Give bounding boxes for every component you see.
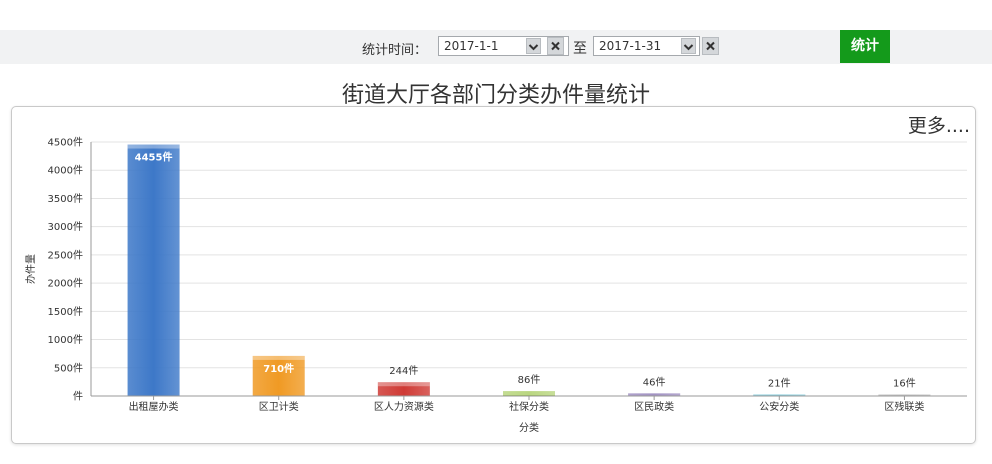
x-tick-label: 公安分类: [759, 400, 799, 413]
start-date-clear-button[interactable]: [547, 37, 564, 55]
chevron-down-icon: [683, 44, 694, 51]
chevron-down-icon: [528, 44, 539, 51]
y-tick-label: 2500件: [48, 249, 83, 261]
bar-top-highlight: [252, 355, 305, 360]
y-tick-label: 1500件: [48, 306, 83, 318]
x-tick-label: 区卫计类: [259, 400, 299, 413]
y-tick-label: 500件: [54, 362, 83, 374]
chart-panel: 更多.... 件 500件 1000件 1500件 2000件 2500件 3000件 350…: [11, 106, 976, 444]
y-tick-label: 3000件: [48, 221, 83, 233]
bar-top-highlight: [127, 144, 180, 149]
to-label: 至: [573, 41, 587, 57]
bar-top-highlight: [377, 382, 430, 387]
x-tick-label: 区人力资源类: [374, 400, 434, 413]
x-tick-label: 社保分类: [509, 400, 549, 413]
y-tick-label: 2000件: [48, 278, 83, 290]
data-label: 21件: [768, 378, 791, 390]
close-icon: [551, 41, 560, 51]
bar: [252, 355, 305, 396]
data-label: 244件: [389, 365, 418, 377]
bar: [127, 144, 180, 396]
statistics-button[interactable]: 统计: [840, 30, 890, 63]
y-tick-label: 4500件: [48, 137, 83, 149]
date-range-label: 统计时间：: [362, 43, 428, 58]
y-tick-label: 4000件: [48, 165, 83, 177]
x-axis-ticks: 出租屋办类 区卫计类 区人力资源类 社保分类 区民政类 公安分类 区残联类: [129, 396, 924, 413]
filter-bar: 统计时间： 至 统计: [0, 30, 992, 64]
grid-lines: [91, 141, 967, 369]
x-tick-label: 出租屋办类: [129, 400, 179, 413]
bar-top-highlight: [503, 391, 555, 396]
bar-chart: 件 500件 1000件 1500件 2000件 2500件 3000件 3500件 4000件…: [24, 137, 967, 434]
chart-title: 街道大厅各部门分类办件量统计: [341, 83, 650, 108]
bar-series: [127, 144, 931, 396]
x-axis-title: 分类: [519, 421, 539, 434]
end-date-dropdown-button[interactable]: [681, 38, 696, 54]
end-date-clear-button[interactable]: [702, 37, 719, 55]
close-icon: [706, 41, 715, 51]
data-label: 86件: [518, 374, 541, 386]
y-tick-label: 件: [73, 391, 83, 403]
y-tick-label: 1000件: [48, 334, 83, 346]
end-date-input[interactable]: [594, 37, 674, 55]
y-tick-label: 3500件: [48, 193, 83, 205]
x-tick-label: 区民政类: [634, 400, 674, 413]
y-axis-ticks: 件 500件 1000件 1500件 2000件 2500件 3000件 3500件 4000件…: [48, 137, 83, 403]
x-tick-label: 区残联类: [884, 400, 924, 413]
end-date-field[interactable]: [593, 36, 700, 56]
data-label: 4455件: [135, 151, 173, 164]
start-date-input[interactable]: [439, 37, 519, 55]
data-labels: 4455件 710件 244件 86件 46件 21件 16件: [135, 151, 916, 390]
data-label: 16件: [893, 378, 916, 390]
data-label: 710件: [263, 362, 294, 375]
data-label: 46件: [643, 376, 666, 388]
y-axis-title: 办件量: [24, 254, 37, 284]
start-date-dropdown-button[interactable]: [526, 38, 541, 54]
